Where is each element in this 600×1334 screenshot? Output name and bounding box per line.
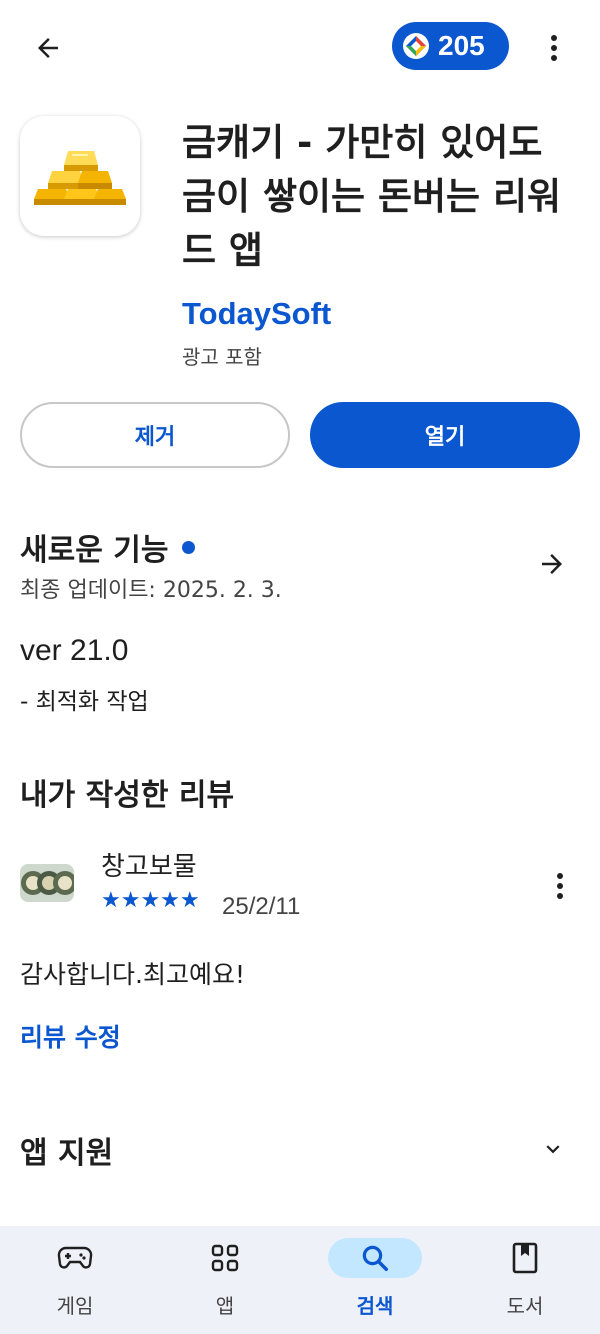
nav-apps-icon-wrap [195, 1238, 255, 1278]
chevron-down-icon [546, 1145, 560, 1154]
gold-bars-icon [34, 151, 126, 205]
contains-ads-label: 광고 포함 [182, 345, 262, 369]
more-vert-icon [551, 35, 557, 61]
review-date: 25/2/11 [222, 893, 301, 920]
points-count: 205 [438, 30, 485, 61]
whats-new-title: 새로운 기능 [20, 533, 169, 568]
uninstall-button-label: 제거 [134, 425, 176, 450]
app-icon [20, 116, 140, 236]
version-text: ver 21.0 [20, 634, 129, 667]
nav-games-label: 게임 [56, 1294, 94, 1318]
open-button[interactable]: 열기 [310, 402, 580, 468]
nav-apps-label: 앱 [215, 1294, 235, 1318]
nav-item-apps[interactable]: 앱 [150, 1226, 300, 1334]
nav-item-games[interactable]: 게임 [0, 1226, 150, 1334]
top-app-bar: 205 [0, 0, 600, 96]
release-notes-text: - 최적화 작업 [20, 689, 149, 715]
nav-item-search[interactable]: 검색 [300, 1226, 450, 1334]
developer-link[interactable]: TodaySoft [182, 296, 331, 332]
reviewer-name: 창고보물 [101, 852, 197, 882]
my-review-title: 내가 작성한 리뷰 [20, 778, 235, 813]
open-button-label: 열기 [424, 425, 466, 450]
rating-stars: ★★★★★ [101, 888, 200, 913]
app-title: 금캐기 - 가만히 있어도 금이 쌓이는 돈버는 리워드 앱 [182, 121, 562, 272]
nav-games-icon-wrap [45, 1238, 105, 1278]
nav-search-icon-wrap [328, 1238, 422, 1278]
more-vert-icon [557, 873, 563, 899]
play-points-icon [403, 33, 429, 59]
avatar-image [20, 864, 74, 902]
book-icon [512, 1242, 538, 1274]
last-updated-text: 최종 업데이트: 2025. 2. 3. [20, 578, 282, 603]
edit-review-link[interactable]: 리뷰 수정 [20, 1018, 121, 1054]
whats-new-arrow-button[interactable] [532, 544, 572, 584]
whats-new-header[interactable]: 새로운 기능 [20, 525, 196, 569]
review-text: 감사합니다.최고예요! [20, 960, 245, 989]
app-support-title[interactable]: 앱 지원 [20, 1128, 113, 1172]
avatar [20, 864, 74, 902]
back-button[interactable] [26, 26, 70, 70]
app-support-expand-button[interactable] [536, 1132, 570, 1166]
play-points-badge[interactable]: 205 [392, 22, 509, 70]
nav-item-books[interactable]: 도서 [450, 1226, 600, 1334]
new-indicator-dot [182, 540, 196, 554]
gamepad-icon [57, 1246, 93, 1269]
nav-books-icon-wrap [495, 1238, 555, 1278]
review-more-options-button[interactable] [544, 866, 576, 906]
nav-search-label: 검색 [356, 1294, 394, 1318]
back-arrow-icon [38, 38, 58, 58]
search-icon [362, 1245, 388, 1271]
bottom-navigation: 게임 앱 검색 도서 [0, 1226, 600, 1334]
apps-grid-icon [211, 1244, 239, 1272]
more-options-button[interactable] [536, 26, 572, 70]
arrow-forward-icon [542, 554, 562, 574]
nav-books-label: 도서 [506, 1294, 544, 1318]
uninstall-button[interactable]: 제거 [20, 402, 290, 468]
